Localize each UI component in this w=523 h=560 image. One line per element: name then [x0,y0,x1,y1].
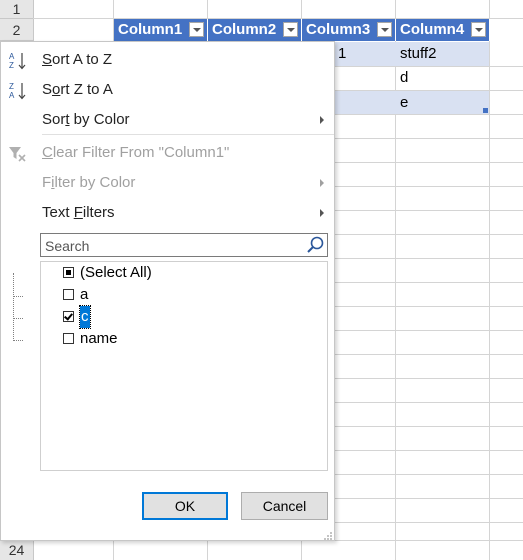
clear-filter-label: Clear Filter From "Column1" [42,144,230,161]
column-header-label: Column3 [306,21,371,38]
sort-ascending-icon: A Z [9,52,26,70]
sort-z-to-a-label: Sort Z to A [42,81,113,98]
value-checkbox[interactable] [63,289,74,300]
list-item-label: c [79,305,91,329]
table-cell[interactable]: d [396,66,489,90]
column-header-1[interactable]: Column1 [114,19,208,41]
menu-separator [42,134,334,135]
sort-a-to-z-label: Sort A to Z [42,51,113,68]
row-number-2[interactable]: 2 [0,19,33,41]
table-cell[interactable]: e [396,91,489,114]
column-header-label: Column4 [400,21,465,38]
table-cell[interactable]: stuff2 [396,42,489,66]
svg-text:A: A [9,91,15,100]
cancel-button[interactable]: Cancel [241,492,328,520]
filter-dropdown-button[interactable] [189,22,204,37]
sort-by-color-item[interactable]: Sort by Color [1,105,334,135]
tree-connector [13,318,23,319]
text-filters-label: Text Filters [42,204,115,221]
value-checkbox[interactable] [63,333,74,344]
sort-z-to-a-item[interactable]: Z A Sort Z to A [1,75,334,105]
list-item-label: (Select All) [80,264,152,281]
row-number-1[interactable]: 1 [0,0,33,19]
resize-grip-icon[interactable] [323,530,333,540]
submenu-arrow-icon [320,209,324,217]
sort-by-color-label: Sort by Color [42,111,130,128]
submenu-arrow-icon [320,179,324,187]
column-header-4[interactable]: Column4 [396,19,490,41]
table-resize-handle[interactable] [483,108,488,113]
column-header-2[interactable]: Column2 [208,19,302,41]
sort-descending-icon: Z A [9,82,26,100]
value-checkbox[interactable] [63,311,74,322]
tree-connector [13,273,14,341]
submenu-arrow-icon [320,116,324,124]
svg-text:Z: Z [9,82,14,91]
clear-filter-item[interactable]: Clear Filter From "Column1" [1,138,334,168]
column-header-label: Column1 [118,21,183,38]
filter-by-color-item[interactable]: Filter by Color [1,168,334,198]
filter-dropdown-button[interactable] [377,22,392,37]
filter-dropdown-button[interactable] [283,22,298,37]
text-filters-item[interactable]: Text Filters [1,198,334,228]
row-divider [0,18,33,19]
table-cell[interactable]: 1 [334,42,346,66]
clear-filter-icon [9,147,26,162]
list-item-label: name [80,330,118,347]
filter-search-input[interactable] [43,235,297,257]
filter-by-color-label: Filter by Color [42,174,136,191]
tree-connector [13,340,23,341]
row-number-24[interactable]: 24 [0,541,33,560]
tree-connector [13,296,23,297]
list-item-label: a [80,286,89,303]
select-all-checkbox[interactable] [63,267,74,278]
column-header-label: Column2 [212,21,277,38]
svg-text:Z: Z [9,61,14,70]
column-header-3[interactable]: Column3 [302,19,396,41]
search-icon[interactable] [305,235,325,255]
ok-button[interactable]: OK [142,492,228,520]
filter-dropdown-button[interactable] [471,22,486,37]
sort-a-to-z-item[interactable]: A Z Sort A to Z [1,45,334,75]
svg-text:A: A [9,52,15,61]
gridline [489,0,490,560]
filter-search-box[interactable] [40,233,328,257]
